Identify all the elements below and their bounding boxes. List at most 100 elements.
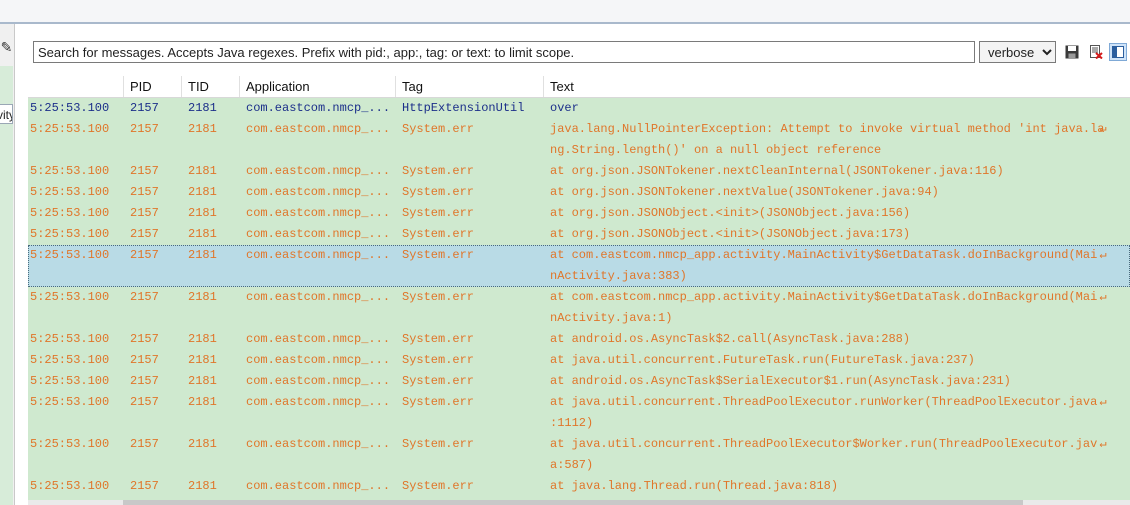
log-text-line: nActivity.java:1): [550, 311, 673, 325]
log-pid: 2157: [130, 206, 159, 220]
log-tag: System.err: [402, 248, 475, 262]
log-time: 5:25:53.100: [30, 332, 110, 346]
table-row[interactable]: 5:25:53.100 2157 2181 com.eastcom.nmcp_... S…: [28, 161, 1130, 182]
log-tid: 2181: [188, 185, 217, 199]
log-time: 5:25:53.100: [30, 227, 110, 241]
log-text-line: at java.util.concurrent.ThreadPoolExecut…: [550, 395, 1098, 409]
log-pid: 2157: [130, 437, 159, 451]
window-top-strip: [0, 0, 1130, 24]
log-level-select[interactable]: verbose: [979, 41, 1056, 63]
log-text: over: [550, 98, 1110, 119]
column-header-application[interactable]: Application: [240, 76, 396, 97]
log-text: at com.eastcom.nmcp_app.activity.MainAct…: [550, 245, 1110, 287]
line-wrap-icon: ↵: [1099, 395, 1107, 409]
log-time: 5:25:53.100: [30, 353, 110, 367]
log-application: com.eastcom.nmcp_...: [246, 479, 391, 493]
log-pid: 2157: [130, 122, 159, 136]
log-time: 5:25:53.100: [30, 290, 110, 304]
log-pid: 2157: [130, 164, 159, 178]
table-row[interactable]: 5:25:53.100 2157 2181 com.eastcom.nmcp_... S…: [28, 371, 1130, 392]
column-header-tag[interactable]: Tag: [396, 76, 544, 97]
log-application: com.eastcom.nmcp_...: [246, 437, 391, 451]
scrollbar-thumb[interactable]: [123, 500, 1023, 505]
left-panel-list: [0, 66, 13, 505]
log-application: com.eastcom.nmcp_...: [246, 122, 391, 136]
log-time: 5:25:53.100: [30, 122, 110, 136]
log-text-line: at org.json.JSONObject.<init>(JSONObject…: [550, 227, 911, 241]
table-row[interactable]: 5:25:53.100 2157 2181 com.eastcom.nmcp_... S…: [28, 245, 1130, 287]
log-tid: 2181: [188, 479, 217, 493]
table-row[interactable]: 5:25:53.100 2157 2181 com.eastcom.nmcp_... S…: [28, 182, 1130, 203]
line-wrap-icon: ↵: [1099, 290, 1107, 304]
log-time: 5:25:53.100: [30, 437, 110, 451]
log-text: java.lang.NullPointerException: Attempt …: [550, 119, 1110, 161]
log-tid: 2181: [188, 395, 217, 409]
column-header-pid[interactable]: PID: [124, 76, 182, 97]
log-text: at org.json.JSONTokener.nextValue(JSONTo…: [550, 182, 1110, 203]
log-text: at android.os.AsyncTask$SerialExecutor$1…: [550, 371, 1110, 392]
toggle-panel-button[interactable]: [1109, 43, 1127, 61]
log-time: 5:25:53.100: [30, 395, 110, 409]
log-tag: System.err: [402, 206, 475, 220]
log-tag: System.err: [402, 395, 475, 409]
log-text: at com.eastcom.nmcp_app.activity.MainAct…: [550, 287, 1110, 329]
table-row[interactable]: 5:25:53.100 2157 2181 com.eastcom.nmcp_... S…: [28, 329, 1130, 350]
log-tid: 2181: [188, 437, 217, 451]
log-application: com.eastcom.nmcp_...: [246, 248, 391, 262]
log-application: com.eastcom.nmcp_...: [246, 353, 391, 367]
log-text: at java.lang.Thread.run(Thread.java:818): [550, 476, 1110, 497]
toggle-panel-icon: [1112, 46, 1124, 58]
column-header-text[interactable]: Text: [544, 76, 1130, 97]
line-wrap-icon: ↵: [1099, 437, 1107, 451]
log-tid: 2181: [188, 290, 217, 304]
table-row[interactable]: 5:25:53.100 2157 2181 com.eastcom.nmcp_... S…: [28, 119, 1130, 161]
log-tag: HttpExtensionUtil: [402, 101, 525, 115]
table-row[interactable]: 5:25:53.100 2157 2181 com.eastcom.nmcp_... S…: [28, 350, 1130, 371]
table-row[interactable]: 5:25:53.100 2157 2181 com.eastcom.nmcp_... S…: [28, 203, 1130, 224]
log-pid: 2157: [130, 185, 159, 199]
save-button[interactable]: [1063, 43, 1081, 61]
table-row[interactable]: 5:25:53.100 2157 2181 com.eastcom.nmcp_... S…: [28, 434, 1130, 476]
log-application: com.eastcom.nmcp_...: [246, 206, 391, 220]
log-tag: System.err: [402, 437, 475, 451]
log-text-line: a:587): [550, 458, 594, 472]
horizontal-scrollbar[interactable]: [28, 500, 1130, 505]
log-tid: 2181: [188, 206, 217, 220]
left-panel-tab[interactable]: vity: [0, 104, 13, 124]
search-input[interactable]: [33, 41, 975, 63]
log-tag: System.err: [402, 290, 475, 304]
table-header: PID TID Application Tag Text: [28, 76, 1130, 98]
log-rows: 5:25:53.100 2157 2181 com.eastcom.nmcp_... H…: [28, 98, 1130, 497]
log-text-line: ng.String.length()' on a null object ref…: [550, 143, 882, 157]
log-tid: 2181: [188, 353, 217, 367]
log-tag: System.err: [402, 227, 475, 241]
table-row[interactable]: 5:25:53.100 2157 2181 com.eastcom.nmcp_... S…: [28, 287, 1130, 329]
log-pid: 2157: [130, 395, 159, 409]
log-tid: 2181: [188, 164, 217, 178]
log-application: com.eastcom.nmcp_...: [246, 185, 391, 199]
log-tag: System.err: [402, 374, 475, 388]
column-header-tid[interactable]: TID: [182, 76, 240, 97]
log-application: com.eastcom.nmcp_...: [246, 332, 391, 346]
table-row[interactable]: 5:25:53.100 2157 2181 com.eastcom.nmcp_... S…: [28, 392, 1130, 434]
log-application: com.eastcom.nmcp_...: [246, 395, 391, 409]
log-application: com.eastcom.nmcp_...: [246, 164, 391, 178]
log-text: at java.util.concurrent.FutureTask.run(F…: [550, 350, 1110, 371]
log-tag: System.err: [402, 479, 475, 493]
edit-pencil-icon[interactable]: ✎: [0, 38, 13, 56]
clear-log-button[interactable]: [1087, 43, 1105, 61]
line-wrap-icon: ↵: [1099, 122, 1107, 136]
log-tag: System.err: [402, 332, 475, 346]
column-header-time[interactable]: [28, 76, 124, 97]
table-row[interactable]: 5:25:53.100 2157 2181 com.eastcom.nmcp_... S…: [28, 476, 1130, 497]
table-row[interactable]: 5:25:53.100 2157 2181 com.eastcom.nmcp_... S…: [28, 224, 1130, 245]
log-pid: 2157: [130, 332, 159, 346]
table-row[interactable]: 5:25:53.100 2157 2181 com.eastcom.nmcp_... H…: [28, 98, 1130, 119]
save-icon: [1065, 45, 1079, 59]
log-time: 5:25:53.100: [30, 185, 110, 199]
log-table: PID TID Application Tag Text 5:25:53.100…: [28, 76, 1130, 505]
clear-log-icon: [1090, 45, 1103, 59]
log-pid: 2157: [130, 374, 159, 388]
log-pid: 2157: [130, 479, 159, 493]
log-text: at java.util.concurrent.ThreadPoolExecut…: [550, 392, 1110, 434]
